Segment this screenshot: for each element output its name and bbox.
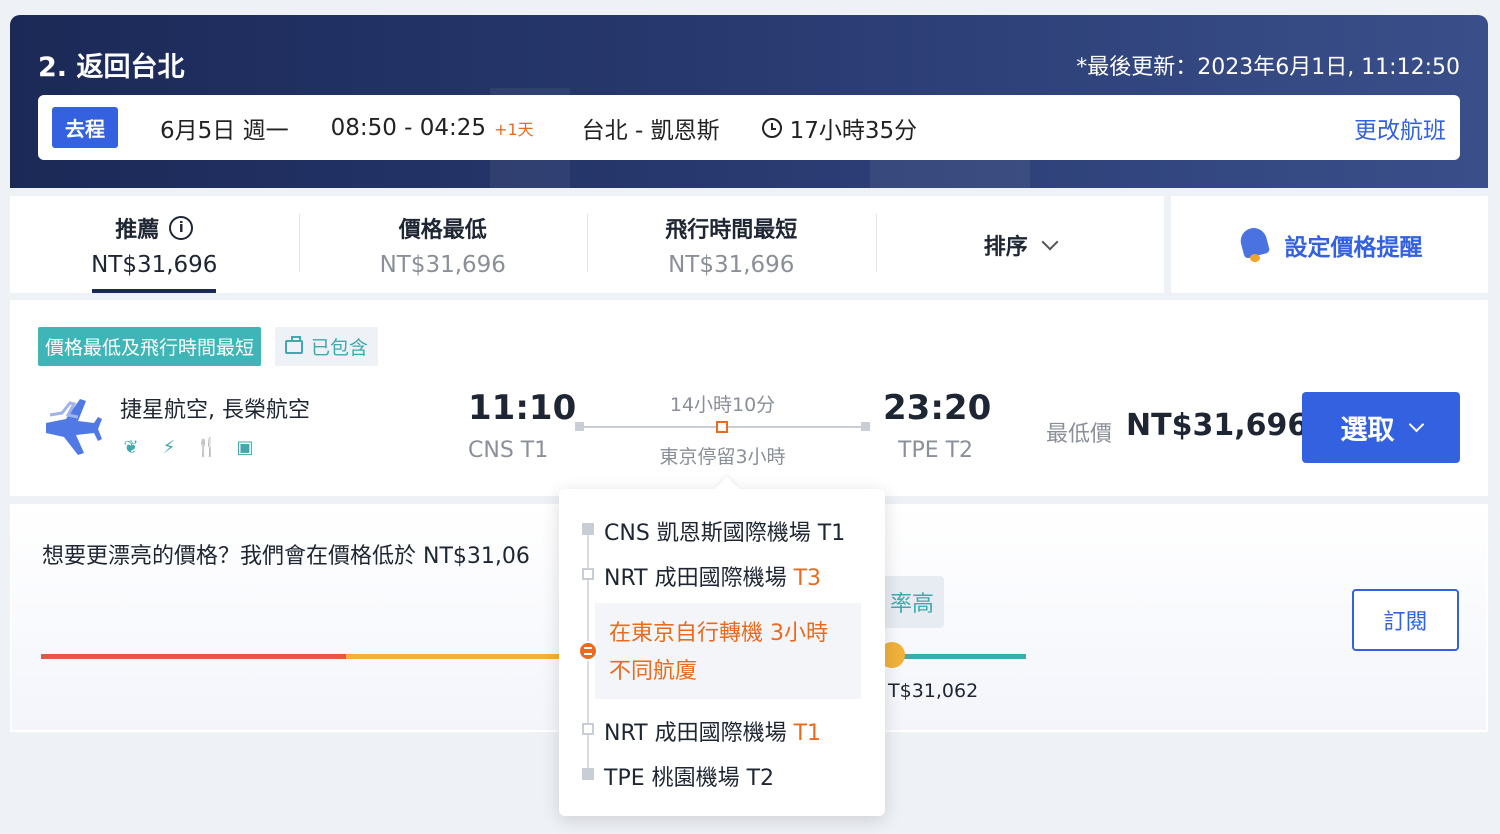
stop-arrival-nrt: NRT 成田國際機場 T3: [604, 566, 822, 591]
route-end-marker: [861, 422, 870, 431]
last-updated: *最後更新：2023年6月1日, 11:12:50: [1076, 55, 1460, 80]
active-tab-underline: [92, 289, 217, 293]
price-alert-label: 設定價格提醒: [1284, 234, 1423, 261]
tab-label: 價格最低: [398, 217, 487, 243]
arrival-airport: TPE T2: [898, 438, 974, 463]
tab-price: NT$31,696: [668, 251, 795, 278]
timeline-dot: [582, 723, 594, 735]
stopover-marker[interactable]: [716, 421, 728, 433]
transfer-icon: [578, 641, 598, 661]
chevron-down-icon: [1408, 416, 1424, 433]
select-button[interactable]: 選取: [1302, 392, 1460, 463]
self-transfer-note: 在東京自行轉機 3小時 不同航廈: [595, 603, 861, 699]
probability-hint: 率高: [880, 576, 945, 628]
departure-airport: CNS T1: [468, 438, 549, 463]
price-value: NT$31,696: [1126, 408, 1309, 443]
price-bar-low: [892, 654, 1026, 659]
meal-icon: 🍴: [195, 436, 219, 458]
entertainment-icon: ▣: [236, 436, 254, 458]
change-flight-link[interactable]: 更改航班: [1354, 111, 1446, 145]
power-icon: ⚡: [162, 436, 176, 458]
clock-icon: [761, 117, 782, 138]
timeline-dot: [582, 568, 594, 580]
trip-route: 台北 - 凱恩斯: [581, 117, 720, 144]
stop-origin: CNS 凱恩斯國際機場 T1: [604, 521, 846, 546]
chevron-down-icon: [1041, 233, 1059, 250]
route-line: [575, 421, 870, 433]
tab-label: 排序: [983, 234, 1028, 260]
header-banner: 2. 返回台北 *最後更新：2023年6月1日, 11:12:50 去程 6月5…: [10, 15, 1488, 188]
stop-destination: TPE 桃園機場 T2: [604, 766, 775, 791]
info-icon[interactable]: i: [169, 215, 194, 240]
day-offset: +1天: [494, 119, 534, 139]
baggage-icon: [285, 335, 304, 354]
price-bar-high: [41, 654, 346, 659]
airline-logo-icon: [46, 399, 102, 455]
stopover-popover: CNS 凱恩斯國際機場 T1 NRT 成田國際機場 T3 在東京自行轉機 3小時…: [559, 489, 885, 816]
tab-label: 飛行時間最短: [665, 217, 798, 243]
bell-icon: [1237, 224, 1271, 264]
departure-time: 11:10: [468, 388, 577, 428]
subscribe-text: 想要更漂亮的價格？我們會在價格低於 NT$31,06: [42, 544, 530, 569]
flight-result-card: 價格最低及飛行時間最短 已包含 捷星航空, 長榮航空 ❦ ⚡ 🍴 ▣ 11:10…: [10, 300, 1488, 496]
tab-cheapest[interactable]: 價格最低 NT$31,696: [298, 196, 588, 293]
trip-duration: 17小時35分: [761, 111, 917, 145]
airline-names: 捷星航空, 長榮航空: [120, 398, 310, 423]
price-label: 最低價: [1046, 422, 1113, 447]
timeline-dot: [582, 523, 594, 535]
tab-recommended[interactable]: 推薦 i NT$31,696: [10, 196, 299, 293]
stop-departure-nrt: NRT 成田國際機場 T1: [604, 721, 822, 746]
flight-duration: 14小時10分: [669, 394, 776, 416]
stopover-info[interactable]: 東京停留3小時: [579, 442, 866, 469]
amenities-row: ❦ ⚡ 🍴 ▣: [120, 436, 256, 458]
included-badge[interactable]: 已包含: [275, 327, 379, 366]
tab-price: NT$31,696: [91, 251, 218, 278]
best-badge: 價格最低及飛行時間最短: [38, 327, 262, 366]
sort-tabs: 推薦 i NT$31,696 價格最低 NT$31,696 飛行時間最短 NT$3…: [10, 196, 1164, 293]
tab-label: 推薦: [115, 217, 160, 243]
arrival-time: 23:20: [883, 388, 992, 428]
price-alert-button[interactable]: 設定價格提醒: [1171, 196, 1488, 293]
select-label: 選取: [1340, 415, 1395, 446]
target-price: T$31,062: [888, 680, 979, 702]
trip-date: 6月5日 週一: [160, 117, 289, 144]
tab-fastest[interactable]: 飛行時間最短 NT$31,696: [587, 196, 876, 293]
subscribe-button[interactable]: 訂閱: [1352, 589, 1459, 651]
tab-price: NT$31,696: [379, 251, 506, 278]
page-title: 2. 返回台北: [38, 52, 185, 83]
route-start-marker: [575, 422, 584, 431]
trip-times: 08:50 - 04:25 +1天: [330, 114, 534, 141]
trip-info-bar: 去程 6月5日 週一 08:50 - 04:25 +1天 台北 - 凱恩斯 17小…: [38, 95, 1460, 160]
timeline-dot: [582, 768, 594, 780]
direction-tag: 去程: [52, 107, 118, 148]
leaf-icon: ❦: [123, 436, 139, 458]
tab-sort-dropdown[interactable]: 排序: [875, 196, 1165, 293]
price-bar-mid: [346, 654, 566, 659]
